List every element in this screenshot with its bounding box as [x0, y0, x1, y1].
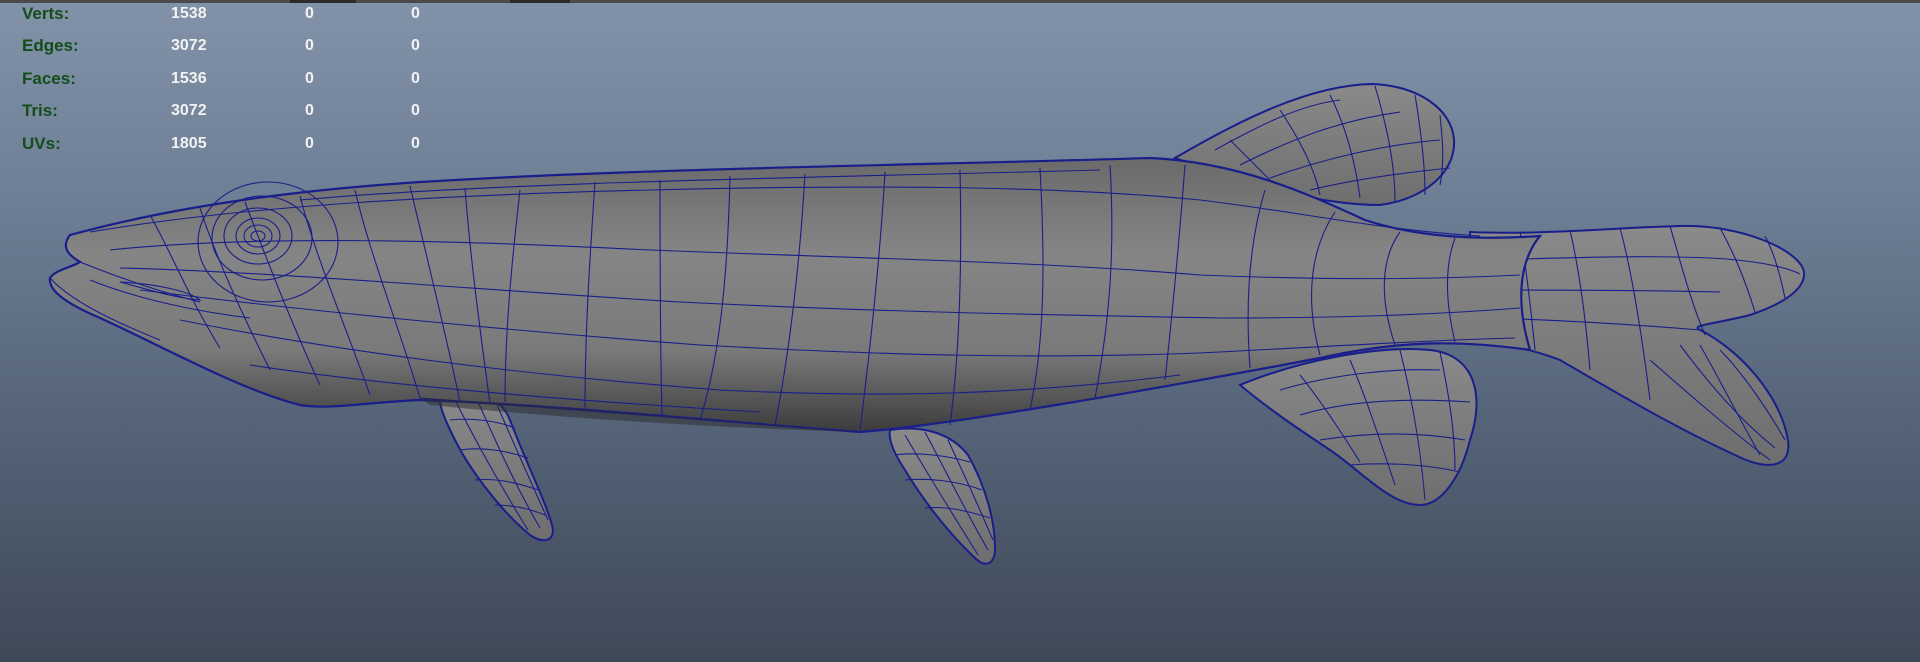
hud-value: 0	[305, 5, 314, 22]
hud-label: Edges:	[22, 36, 79, 55]
hud-value: 1538	[171, 5, 207, 22]
hud-value: 0	[305, 70, 314, 87]
hud-value: 0	[411, 37, 420, 54]
hud-label: UVs:	[22, 134, 61, 153]
hud-value: 0	[411, 70, 420, 87]
hud-value: 1805	[171, 135, 207, 152]
poly-count-hud: Verts: 1538 0 0 Edges: 3072 0 0 Faces: 1…	[0, 0, 440, 160]
hud-value: 0	[411, 102, 420, 119]
hud-row-verts: Verts: 1538 0 0	[0, 0, 440, 32]
hud-row-faces: Faces: 1536 0 0	[0, 65, 440, 97]
hud-value: 1536	[171, 70, 207, 87]
hud-value: 3072	[171, 102, 207, 119]
hud-label: Faces:	[22, 69, 76, 88]
hud-row-tris: Tris: 3072 0 0	[0, 97, 440, 129]
hud-value: 0	[305, 102, 314, 119]
hud-row-edges: Edges: 3072 0 0	[0, 32, 440, 64]
hud-value: 0	[411, 135, 420, 152]
hud-value: 3072	[171, 37, 207, 54]
hud-value: 0	[411, 5, 420, 22]
hud-row-uvs: UVs: 1805 0 0	[0, 130, 440, 162]
hud-value: 0	[305, 37, 314, 54]
hud-label: Tris:	[22, 101, 58, 120]
hud-value: 0	[305, 135, 314, 152]
hud-label: Verts:	[22, 4, 70, 23]
